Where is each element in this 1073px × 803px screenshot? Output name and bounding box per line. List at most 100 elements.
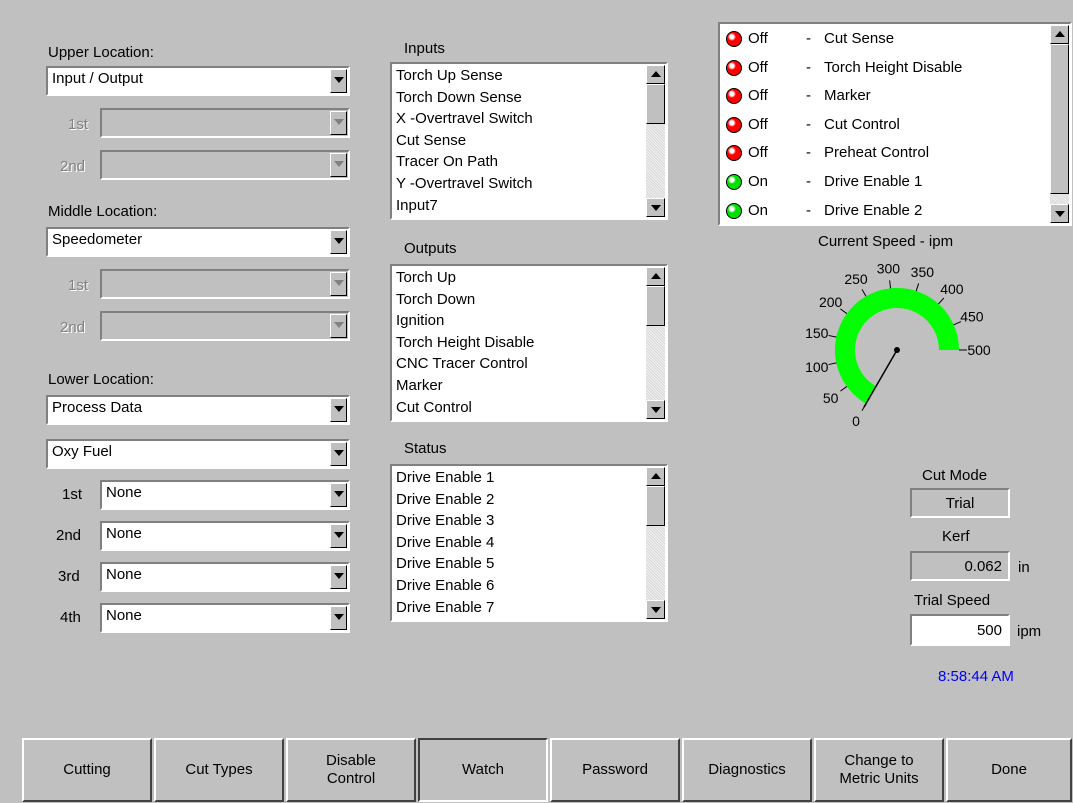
io-state: Off bbox=[748, 144, 768, 162]
password-button[interactable]: Password bbox=[550, 738, 680, 802]
trial-speed-unit: ipm bbox=[1017, 623, 1042, 640]
list-item[interactable]: Drive Enable 3 bbox=[396, 510, 646, 532]
chevron-down-icon bbox=[330, 314, 347, 338]
lower-location-select[interactable]: Process Data bbox=[46, 395, 350, 425]
inputs-list[interactable]: Torch Up Sense Torch Down Sense X -Overt… bbox=[390, 62, 668, 220]
outputs-scrollbar[interactable] bbox=[646, 267, 665, 419]
gauge-tick-label: 50 bbox=[823, 390, 839, 406]
cutting-button[interactable]: Cutting bbox=[22, 738, 152, 802]
disable-control-button[interactable]: Disable Control bbox=[286, 738, 416, 802]
list-item[interactable]: Y -Overtravel Switch bbox=[396, 173, 646, 195]
chevron-down-icon[interactable] bbox=[330, 606, 347, 630]
watch-button[interactable]: Watch bbox=[418, 738, 548, 802]
cut-types-button[interactable]: Cut Types bbox=[154, 738, 284, 802]
scroll-down-icon[interactable] bbox=[646, 400, 665, 419]
middle-location-select[interactable]: Speedometer bbox=[46, 227, 350, 257]
list-item[interactable]: Drive Enable 2 bbox=[396, 489, 646, 511]
status-scrollbar[interactable] bbox=[646, 467, 665, 619]
list-item[interactable]: Cut Sense bbox=[396, 130, 646, 152]
list-item[interactable]: Drive Enable 4 bbox=[396, 532, 646, 554]
gauge-tick bbox=[828, 362, 837, 366]
gauge-tick bbox=[889, 280, 892, 289]
slot-1-select[interactable]: None bbox=[100, 480, 350, 510]
io-separator: - bbox=[806, 144, 811, 162]
slot-1-label: 1st bbox=[62, 486, 83, 503]
scroll-up-icon[interactable] bbox=[1050, 25, 1069, 44]
done-button[interactable]: Done bbox=[946, 738, 1072, 802]
speedometer-arc bbox=[835, 288, 959, 404]
slot-2-label: 2nd bbox=[56, 527, 82, 544]
list-item[interactable]: Torch Up Sense bbox=[396, 65, 646, 87]
cut-mode-label: Cut Mode bbox=[922, 467, 988, 484]
list-item[interactable]: Torch Up bbox=[396, 267, 646, 289]
io-name: Drive Enable 2 bbox=[824, 201, 923, 219]
list-item[interactable]: Tracer On Path bbox=[396, 151, 646, 173]
chevron-down-icon[interactable] bbox=[330, 69, 347, 93]
led-off-icon bbox=[726, 116, 742, 133]
io-watch-list[interactable]: Off - Cut Sense Off - Torch Height Disable Off… bbox=[718, 22, 1072, 226]
trial-speed-value[interactable]: 500 bbox=[977, 622, 1002, 639]
list-item[interactable]: CNC Tracer Control bbox=[396, 353, 646, 375]
chevron-down-icon[interactable] bbox=[330, 398, 347, 422]
cutting-button-label: Cutting bbox=[63, 761, 111, 778]
list-item[interactable]: Cut Control bbox=[396, 397, 646, 419]
gauge-tick-label: 200 bbox=[819, 294, 843, 310]
scroll-down-icon[interactable] bbox=[1050, 204, 1069, 223]
diagnostics-button[interactable]: Diagnostics bbox=[682, 738, 812, 802]
list-item[interactable]: Drive Enable 1 bbox=[396, 467, 646, 489]
cut-types-button-label: Cut Types bbox=[185, 761, 253, 778]
slot-3-select[interactable]: None bbox=[100, 562, 350, 592]
io-state: Off bbox=[748, 58, 768, 76]
io-watch-scrollbar[interactable] bbox=[1050, 25, 1069, 223]
list-item[interactable]: Marker bbox=[396, 375, 646, 397]
chevron-down-icon bbox=[330, 272, 347, 296]
scroll-thumb[interactable] bbox=[1050, 44, 1069, 194]
led-off-icon bbox=[726, 88, 742, 105]
scroll-thumb[interactable] bbox=[646, 84, 665, 124]
io-separator: - bbox=[806, 173, 811, 190]
kerf-field: 0.062 bbox=[910, 551, 1010, 581]
process-value: Oxy Fuel bbox=[52, 443, 113, 460]
process-select[interactable]: Oxy Fuel bbox=[46, 439, 350, 469]
slot-4-value: None bbox=[106, 607, 142, 624]
list-item[interactable]: Torch Down bbox=[396, 289, 646, 311]
scroll-up-icon[interactable] bbox=[646, 65, 665, 84]
scroll-up-icon[interactable] bbox=[646, 267, 665, 286]
list-item[interactable]: Ignition bbox=[396, 310, 646, 332]
chevron-down-icon[interactable] bbox=[330, 483, 347, 507]
gauge-tick bbox=[915, 283, 920, 292]
list-item[interactable]: Input7 bbox=[396, 195, 646, 217]
gauge-tick bbox=[840, 386, 848, 392]
upper-location-select[interactable]: Input / Output bbox=[46, 66, 350, 96]
slot-4-select[interactable]: None bbox=[100, 603, 350, 633]
done-button-label: Done bbox=[991, 761, 1027, 778]
trial-speed-input[interactable]: 500 bbox=[910, 614, 1010, 646]
clock-time: 8:58:44 AM bbox=[938, 668, 1014, 685]
io-name: Marker bbox=[824, 87, 871, 105]
chevron-down-icon[interactable] bbox=[330, 442, 347, 466]
disable-control-label-1: Disable bbox=[325, 752, 377, 769]
list-item[interactable]: Drive Enable 6 bbox=[396, 575, 646, 597]
inputs-scrollbar[interactable] bbox=[646, 65, 665, 217]
list-item[interactable]: Torch Height Disable bbox=[396, 332, 646, 354]
metric-units-button[interactable]: Change to Metric Units bbox=[814, 738, 944, 802]
chevron-down-icon[interactable] bbox=[330, 524, 347, 548]
scroll-down-icon[interactable] bbox=[646, 600, 665, 619]
gauge-needle bbox=[863, 349, 898, 408]
scroll-thumb[interactable] bbox=[646, 286, 665, 326]
password-button-label: Password bbox=[582, 761, 648, 778]
chevron-down-icon bbox=[330, 153, 347, 177]
lower-location-value: Process Data bbox=[52, 399, 143, 416]
scroll-up-icon[interactable] bbox=[646, 467, 665, 486]
slot-2-select[interactable]: None bbox=[100, 521, 350, 551]
chevron-down-icon[interactable] bbox=[330, 565, 347, 589]
scroll-thumb[interactable] bbox=[646, 486, 665, 526]
list-item[interactable]: Drive Enable 7 bbox=[396, 597, 646, 619]
list-item[interactable]: Torch Down Sense bbox=[396, 87, 646, 109]
list-item[interactable]: X -Overtravel Switch bbox=[396, 108, 646, 130]
status-list[interactable]: Drive Enable 1 Drive Enable 2 Drive Enab… bbox=[390, 464, 668, 622]
list-item[interactable]: Drive Enable 5 bbox=[396, 553, 646, 575]
scroll-down-icon[interactable] bbox=[646, 198, 665, 217]
chevron-down-icon[interactable] bbox=[330, 230, 347, 254]
outputs-list[interactable]: Torch Up Torch Down Ignition Torch Heigh… bbox=[390, 264, 668, 422]
